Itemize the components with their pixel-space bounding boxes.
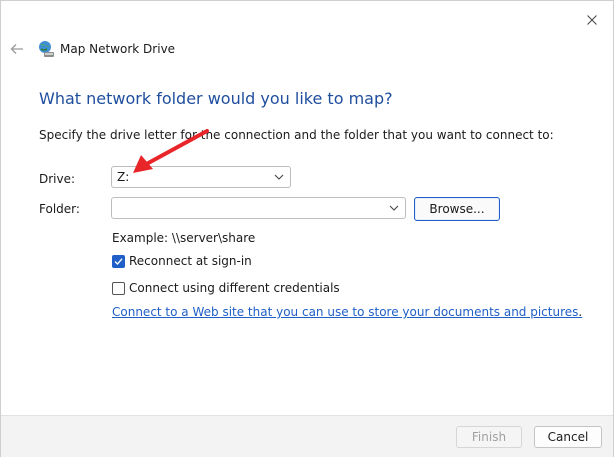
folder-combobox[interactable] xyxy=(111,197,406,219)
link-suffix: . xyxy=(578,305,583,319)
finish-button[interactable]: Finish xyxy=(456,426,522,448)
cancel-button[interactable]: Cancel xyxy=(534,426,602,448)
web-site-link-text[interactable]: Connect to a Web site that you can use t… xyxy=(112,305,578,319)
back-arrow-icon xyxy=(10,44,23,54)
checkmark-icon xyxy=(114,257,123,265)
credentials-label: Connect using different credentials xyxy=(129,281,340,295)
reconnect-checkbox[interactable] xyxy=(112,254,125,268)
credentials-checkbox-row[interactable]: Connect using different credentials xyxy=(112,281,340,295)
dialog-title: Map Network Drive xyxy=(60,42,176,56)
folder-example-text: Example: \\server\share xyxy=(112,231,256,245)
map-network-drive-dialog: Map Network Drive What network folder wo… xyxy=(0,0,614,457)
folder-label: Folder: xyxy=(39,202,80,216)
close-button[interactable] xyxy=(581,9,603,31)
chevron-down-icon xyxy=(389,205,399,211)
page-heading: What network folder would you like to ma… xyxy=(39,89,393,108)
credentials-checkbox[interactable] xyxy=(112,281,125,295)
network-drive-icon xyxy=(39,41,54,57)
chevron-down-icon xyxy=(274,174,284,180)
back-button[interactable] xyxy=(7,39,27,59)
instructions-text: Specify the drive letter for the connect… xyxy=(39,128,554,142)
drive-label: Drive: xyxy=(39,172,76,186)
browse-button[interactable]: Browse... xyxy=(414,197,500,221)
drive-dropdown[interactable]: Z: xyxy=(111,166,291,188)
close-icon xyxy=(587,15,597,25)
reconnect-checkbox-row[interactable]: Reconnect at sign-in xyxy=(112,254,252,268)
reconnect-label: Reconnect at sign-in xyxy=(129,254,252,268)
web-site-link[interactable]: Connect to a Web site that you can use t… xyxy=(112,305,582,319)
drive-value: Z: xyxy=(117,170,130,184)
